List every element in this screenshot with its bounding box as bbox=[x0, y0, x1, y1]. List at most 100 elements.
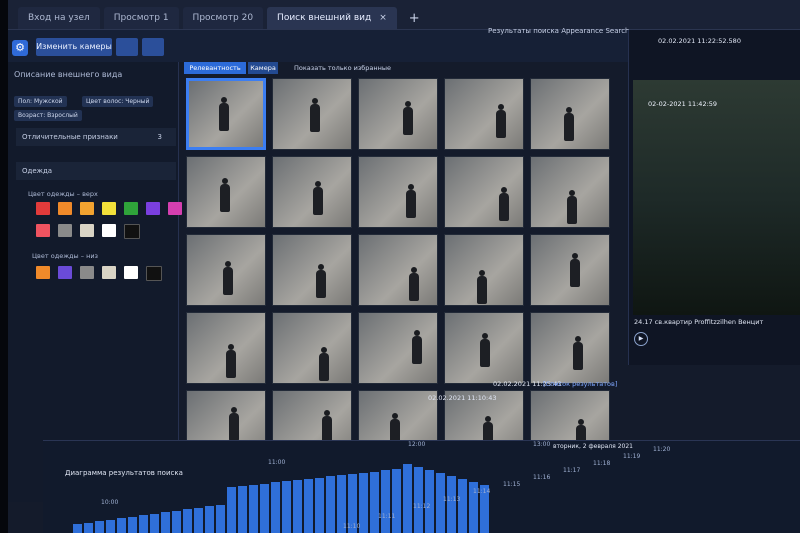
result-thumbnail[interactable] bbox=[186, 312, 266, 384]
histogram-bar[interactable] bbox=[216, 504, 225, 533]
results-list-link[interactable]: [Список результатов] bbox=[543, 380, 617, 388]
histogram-bar[interactable] bbox=[403, 464, 412, 533]
histogram-bar[interactable] bbox=[304, 478, 313, 533]
result-thumbnail[interactable] bbox=[444, 156, 524, 228]
histogram-bar[interactable] bbox=[458, 479, 467, 533]
histogram-bar[interactable] bbox=[227, 487, 236, 533]
result-thumbnail[interactable] bbox=[444, 234, 524, 306]
histogram-bar[interactable] bbox=[84, 522, 93, 533]
result-thumbnail[interactable] bbox=[272, 156, 352, 228]
result-thumbnail[interactable] bbox=[530, 312, 610, 384]
result-thumbnail[interactable] bbox=[444, 312, 524, 384]
color-swatch[interactable] bbox=[102, 202, 116, 215]
add-tab-icon[interactable]: + bbox=[401, 8, 428, 29]
color-swatch[interactable] bbox=[80, 224, 94, 237]
tab-login[interactable]: Вход на узел bbox=[18, 7, 100, 29]
change-camera-button[interactable]: Изменить камеры bbox=[36, 38, 112, 56]
color-swatch[interactable] bbox=[124, 266, 138, 279]
histogram-bar[interactable] bbox=[436, 473, 445, 533]
color-swatch[interactable] bbox=[58, 266, 72, 279]
histogram-bar[interactable] bbox=[73, 524, 82, 533]
histogram-bar[interactable] bbox=[249, 484, 258, 533]
histogram-bar[interactable] bbox=[381, 470, 390, 533]
histogram-bar[interactable] bbox=[414, 467, 423, 533]
tab-view-1[interactable]: Просмотр 1 bbox=[103, 7, 179, 29]
person-figure bbox=[226, 344, 236, 378]
histogram-bar[interactable] bbox=[106, 519, 115, 533]
close-icon[interactable]: × bbox=[379, 13, 387, 23]
histogram-bar[interactable] bbox=[359, 472, 368, 533]
play-icon[interactable]: ▶ bbox=[634, 332, 648, 346]
grid-view-button[interactable] bbox=[116, 38, 138, 56]
grid-time-start: 02.02.2021 11:10:43 bbox=[428, 394, 497, 402]
result-thumbnail[interactable] bbox=[358, 156, 438, 228]
result-thumbnail[interactable] bbox=[530, 78, 610, 150]
color-swatch[interactable] bbox=[124, 202, 138, 215]
filter-chip[interactable]: Пол: Мужской bbox=[14, 96, 67, 107]
tab-view-20[interactable]: Просмотр 20 bbox=[182, 7, 264, 29]
camera-caption: 24.17 св.квартир Proffitzzilhen Венцит bbox=[634, 318, 764, 326]
histogram-bar[interactable] bbox=[161, 512, 170, 533]
histogram-bar[interactable] bbox=[194, 507, 203, 533]
color-swatch[interactable] bbox=[168, 202, 182, 215]
clothing-section[interactable]: Одежда bbox=[16, 162, 176, 180]
filter-chip[interactable]: Возраст: Взрослый bbox=[14, 110, 82, 121]
color-swatch[interactable] bbox=[146, 202, 160, 215]
person-figure bbox=[219, 97, 229, 131]
color-swatch[interactable] bbox=[36, 202, 50, 215]
histogram-bar[interactable] bbox=[392, 469, 401, 533]
color-swatch[interactable] bbox=[58, 202, 72, 215]
result-thumbnail[interactable] bbox=[186, 78, 266, 150]
result-thumbnail[interactable] bbox=[272, 312, 352, 384]
histogram-bar[interactable] bbox=[150, 513, 159, 533]
color-swatch[interactable] bbox=[80, 266, 94, 279]
result-thumbnail[interactable] bbox=[358, 78, 438, 150]
color-swatch[interactable] bbox=[102, 266, 116, 279]
histogram-bar[interactable] bbox=[447, 476, 456, 533]
histogram-bar[interactable] bbox=[205, 506, 214, 533]
result-thumbnail[interactable] bbox=[272, 234, 352, 306]
histogram-bar[interactable] bbox=[326, 476, 335, 533]
histogram-bar[interactable] bbox=[172, 510, 181, 533]
histogram-bar[interactable] bbox=[260, 483, 269, 533]
timeline-tick: 11:12 bbox=[413, 503, 431, 510]
result-thumbnail[interactable] bbox=[358, 312, 438, 384]
histogram-bar[interactable] bbox=[117, 518, 126, 533]
list-view-button[interactable] bbox=[142, 38, 164, 56]
histogram-bar[interactable] bbox=[293, 480, 302, 533]
color-swatch[interactable] bbox=[124, 224, 140, 239]
result-thumbnail[interactable] bbox=[444, 78, 524, 150]
color-swatch[interactable] bbox=[58, 224, 72, 237]
histogram-bar[interactable] bbox=[271, 482, 280, 533]
relevance-toggle[interactable]: Релевантность bbox=[184, 62, 246, 74]
histogram-bar[interactable] bbox=[370, 471, 379, 533]
histogram-bar[interactable] bbox=[139, 515, 148, 533]
timeline-tick: 11:20 bbox=[653, 446, 671, 453]
result-thumbnail[interactable] bbox=[530, 156, 610, 228]
preview-timestamp: 02.02.2021 11:22:52.580 bbox=[658, 37, 741, 45]
result-thumbnail[interactable] bbox=[186, 156, 266, 228]
histogram-bar[interactable] bbox=[282, 481, 291, 533]
histogram-bar[interactable] bbox=[425, 470, 434, 533]
result-thumbnail[interactable] bbox=[530, 234, 610, 306]
result-thumbnail[interactable] bbox=[358, 234, 438, 306]
color-swatch[interactable] bbox=[146, 266, 162, 281]
tab-appearance-search[interactable]: Поиск внешний вид × bbox=[267, 7, 397, 29]
distinct-features-row[interactable]: Отличительные признаки 3 bbox=[16, 128, 176, 146]
only-favorites-toggle[interactable]: Показать только избранные результаты bbox=[294, 62, 424, 84]
timeline-tick: 11:16 bbox=[533, 474, 551, 481]
histogram-bar[interactable] bbox=[315, 477, 324, 533]
histogram-bar[interactable] bbox=[238, 486, 247, 533]
result-thumbnail[interactable] bbox=[272, 78, 352, 150]
histogram-bar[interactable] bbox=[183, 509, 192, 533]
color-swatch[interactable] bbox=[36, 266, 50, 279]
color-swatch[interactable] bbox=[36, 224, 50, 237]
result-thumbnail[interactable] bbox=[186, 234, 266, 306]
color-swatch[interactable] bbox=[80, 202, 94, 215]
histogram-bar[interactable] bbox=[128, 516, 137, 533]
filter-chip[interactable]: Цвет волос: Черный bbox=[82, 96, 154, 107]
camera-toggle[interactable]: Камера bbox=[248, 62, 278, 74]
gear-icon[interactable]: ⚙ bbox=[12, 40, 28, 56]
color-swatch[interactable] bbox=[102, 224, 116, 237]
histogram-bar[interactable] bbox=[95, 521, 104, 533]
